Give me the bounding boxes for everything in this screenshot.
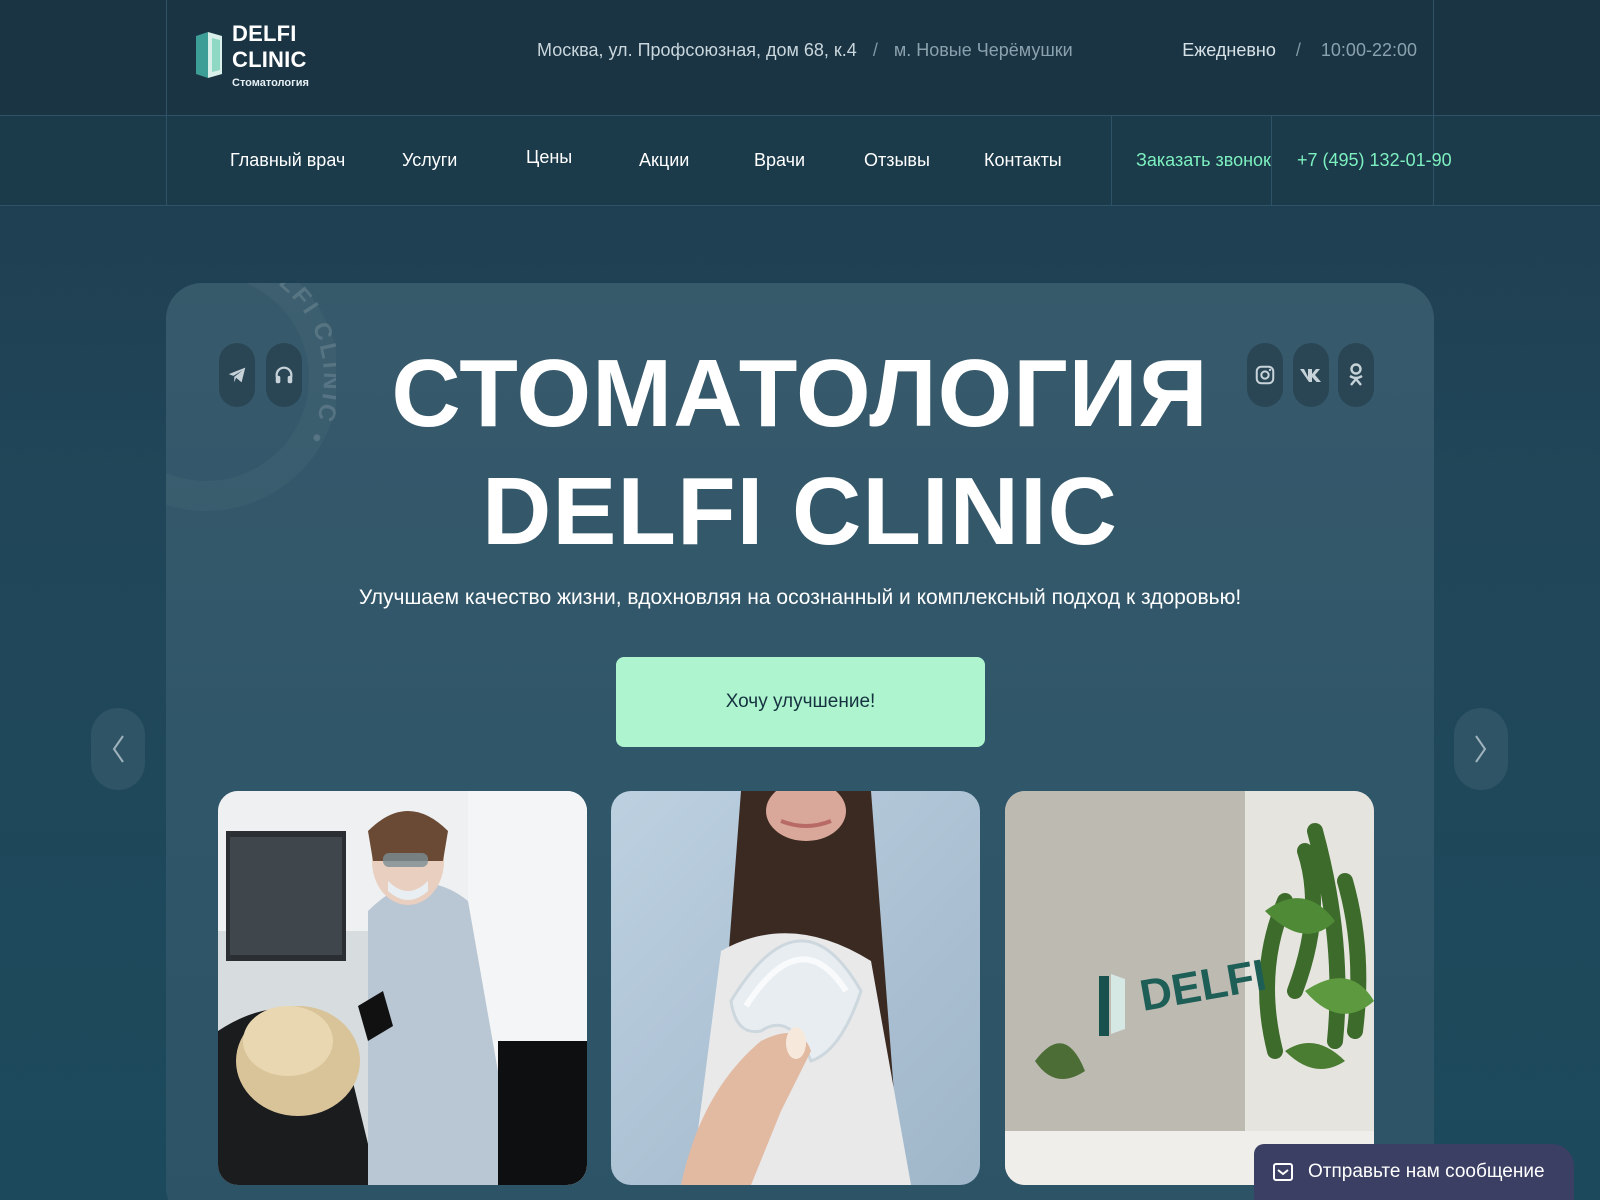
logo-text: DELFI CLINIC Стоматология (232, 21, 364, 89)
working-hours: Ежедневно / 10:00-22:00 (1182, 40, 1417, 61)
nav-item-chief-doctor[interactable]: Главный врач (230, 150, 345, 171)
hero-card: DELFI CLINIC • DELFI CLINIC • (166, 283, 1434, 1200)
logo-subtitle: Стоматология (232, 77, 309, 89)
hours-time: 10:00-22:00 (1320, 40, 1417, 60)
nav-item-prices[interactable]: Цены (526, 147, 572, 168)
send-message-widget[interactable]: Отправьте нам сообщение (1254, 1144, 1574, 1200)
slider-prev-button[interactable] (91, 708, 145, 790)
address-separator: / (872, 40, 878, 60)
send-message-label: Отправьте нам сообщение (1308, 1161, 1545, 1182)
main-nav-inner: Главный врач Услуги Цены Акции Врачи Отз… (166, 116, 1452, 206)
photo-aligner (611, 791, 980, 1185)
nav-divider (1271, 116, 1272, 206)
logo-title: DELFI CLINIC (232, 21, 307, 72)
phone-link[interactable]: +7 (495) 132-01-90 (1297, 150, 1452, 171)
hero-subtitle: Улучшаем качество жизни, вдохновляя на о… (358, 586, 1242, 609)
address: Москва, ул. Профсоюзная, дом 68, к.4 (537, 40, 857, 60)
address-line: Москва, ул. Профсоюзная, дом 68, к.4 / м. … (537, 40, 1073, 61)
message-icon (1273, 1163, 1293, 1181)
metro-station: м. Новые Черёмушки (893, 40, 1073, 60)
hours-separator: / (1295, 40, 1301, 60)
hero-title-line2: DELFI CLINIC (482, 458, 1118, 565)
callback-button[interactable]: Заказать звонок (1136, 150, 1271, 171)
photo-dentist-patient (218, 791, 587, 1185)
logo[interactable]: DELFI CLINIC Стоматология (194, 21, 364, 89)
hero-title-line1: СТОМАТОЛОГИЯ (391, 340, 1209, 447)
chevron-right-icon (1475, 735, 1487, 763)
nav-item-contacts[interactable]: Контакты (984, 150, 1062, 171)
top-bar-inner: DELFI CLINIC Стоматология Москва, ул. Пр… (166, 0, 1434, 116)
logo-mark-icon (194, 30, 224, 80)
top-bar: DELFI CLINIC Стоматология Москва, ул. Пр… (0, 0, 1600, 116)
nav-item-promotions[interactable]: Акции (639, 150, 689, 171)
main-nav: Главный врач Услуги Цены Акции Врачи Отз… (0, 116, 1600, 206)
chevron-left-icon (112, 735, 124, 763)
photo-clinic-interior: DELFI (1005, 791, 1374, 1185)
nav-item-reviews[interactable]: Отзывы (864, 150, 930, 171)
improvement-cta-button[interactable]: Хочу улучшение! (616, 657, 985, 747)
slider-next-button[interactable] (1454, 708, 1508, 790)
nav-item-doctors[interactable]: Врачи (754, 150, 805, 171)
nav-item-services[interactable]: Услуги (402, 150, 457, 171)
hours-label: Ежедневно (1182, 40, 1276, 60)
nav-divider (1111, 116, 1112, 206)
